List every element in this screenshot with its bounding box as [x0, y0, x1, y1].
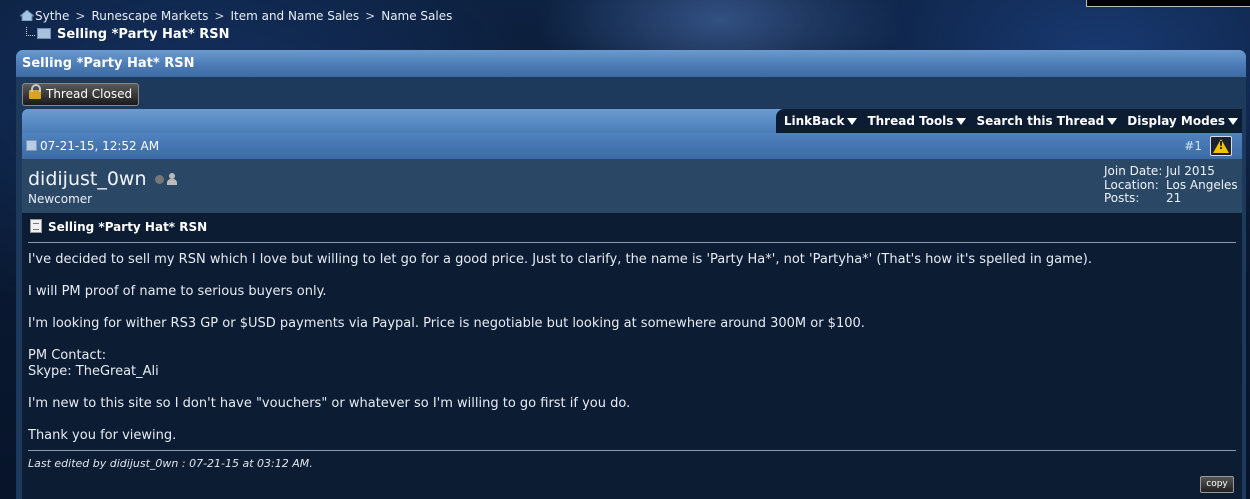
message-paragraph: I'm new to this site so I don't have "vo…	[28, 396, 631, 411]
posts-label: Posts:	[1104, 191, 1140, 205]
join-date-value: Jul 2015	[1166, 164, 1215, 178]
message-paragraph: I've decided to sell my RSN which I love…	[28, 252, 1093, 267]
breadcrumb: Sythe > Runescape Markets > Item and Name Sa…	[20, 9, 452, 23]
message-paragraph: PM Contact: Skype: TheGreat_Ali	[28, 348, 1236, 380]
dropdown-arrow-icon	[956, 117, 967, 125]
post-container: LinkBack Thread Tools Search this Thread…	[22, 109, 1242, 499]
message-paragraph: Thank you for viewing.	[28, 428, 177, 443]
display-modes-menu[interactable]: Display Modes	[1127, 114, 1238, 128]
dropdown-arrow-icon	[847, 117, 858, 125]
post-date-bar: 07-21-15, 12:52 AM #1	[22, 133, 1242, 159]
message-paragraph: I'm looking for wither RS3 GP or $USD pa…	[28, 316, 865, 331]
dropdown-arrow-icon	[1107, 117, 1118, 125]
message-paragraph: I will PM proof of name to serious buyer…	[28, 284, 327, 299]
skype-line: Skype: TheGreat_Ali	[28, 364, 159, 379]
breadcrumb-item-runescape-markets[interactable]: Runescape Markets	[91, 9, 208, 23]
location-value: Los Angeles	[1166, 177, 1238, 192]
post-content: Selling *Party Hat* RSN I've decided to …	[22, 213, 1242, 470]
user-name-row: didijust_0wn	[28, 168, 177, 190]
post-title: Selling *Party Hat* RSN	[28, 219, 1236, 243]
thread-closed-label: Thread Closed	[46, 87, 133, 101]
breadcrumb-separator: >	[365, 9, 376, 23]
thread-title: Selling *Party Hat* RSN	[16, 50, 1246, 77]
user-title: Newcomer	[28, 192, 93, 206]
folder-icon	[37, 28, 51, 39]
home-icon[interactable]	[20, 10, 34, 21]
current-page-title: Selling *Party Hat* RSN	[26, 27, 229, 42]
post-icon	[26, 140, 37, 151]
thread-panel: Selling *Party Hat* RSN Thread Closed Li…	[16, 50, 1246, 499]
post-number-link[interactable]: #1	[1184, 133, 1202, 159]
search-thread-label: Search this Thread	[976, 114, 1105, 128]
thread-tools-menu[interactable]: Thread Tools	[867, 114, 967, 128]
join-date-label: Join Date:	[1104, 164, 1163, 178]
thread-tools-bar: LinkBack Thread Tools Search this Thread…	[22, 109, 1242, 133]
breadcrumb-separator: >	[75, 9, 86, 23]
last-edited-note: Last edited by didijust_0wn : 07-21-15 a…	[28, 450, 1236, 470]
thread-closed-button[interactable]: Thread Closed	[22, 83, 140, 106]
offline-status-icon	[154, 175, 164, 184]
report-warning-icon[interactable]	[1210, 136, 1232, 156]
location-label: Location:	[1104, 177, 1159, 192]
top-right-box	[1086, 0, 1250, 7]
copy-button[interactable]: copy	[1200, 476, 1234, 493]
breadcrumb-item-sythe[interactable]: Sythe	[35, 9, 69, 23]
post-date: 07-21-15, 12:52 AM	[40, 139, 160, 153]
lock-icon	[29, 84, 41, 99]
post-title-text: Selling *Party Hat* RSN	[48, 220, 208, 234]
thread-tools-label: Thread Tools	[867, 114, 954, 128]
user-stats: Join Date: Jul 2015 Location: Los Angeles …	[1104, 164, 1238, 206]
tree-connector	[26, 27, 35, 36]
current-page-title-text: Selling *Party Hat* RSN	[57, 27, 230, 42]
username-link[interactable]: didijust_0wn	[28, 168, 147, 190]
breadcrumb-separator: >	[214, 9, 225, 23]
user-info-bar: didijust_0wn Newcomer Join Date: Jul 2015…	[22, 159, 1242, 213]
thread-tools: LinkBack Thread Tools Search this Thread…	[775, 109, 1242, 133]
dropdown-arrow-icon	[1228, 117, 1238, 125]
document-icon	[30, 219, 42, 233]
pm-contact-line: PM Contact:	[28, 348, 107, 363]
search-thread-menu[interactable]: Search this Thread	[976, 114, 1118, 128]
posts-value: 21	[1166, 191, 1182, 205]
breadcrumb-item-item-and-name-sales[interactable]: Item and Name Sales	[230, 9, 359, 23]
breadcrumb-item-name-sales[interactable]: Name Sales	[381, 9, 452, 23]
linkback-menu[interactable]: LinkBack	[784, 114, 858, 128]
display-modes-label: Display Modes	[1127, 114, 1225, 128]
linkback-label: LinkBack	[783, 114, 845, 128]
post-message: I've decided to sell my RSN which I love…	[28, 243, 1236, 444]
user-profile-icon[interactable]	[166, 173, 177, 185]
